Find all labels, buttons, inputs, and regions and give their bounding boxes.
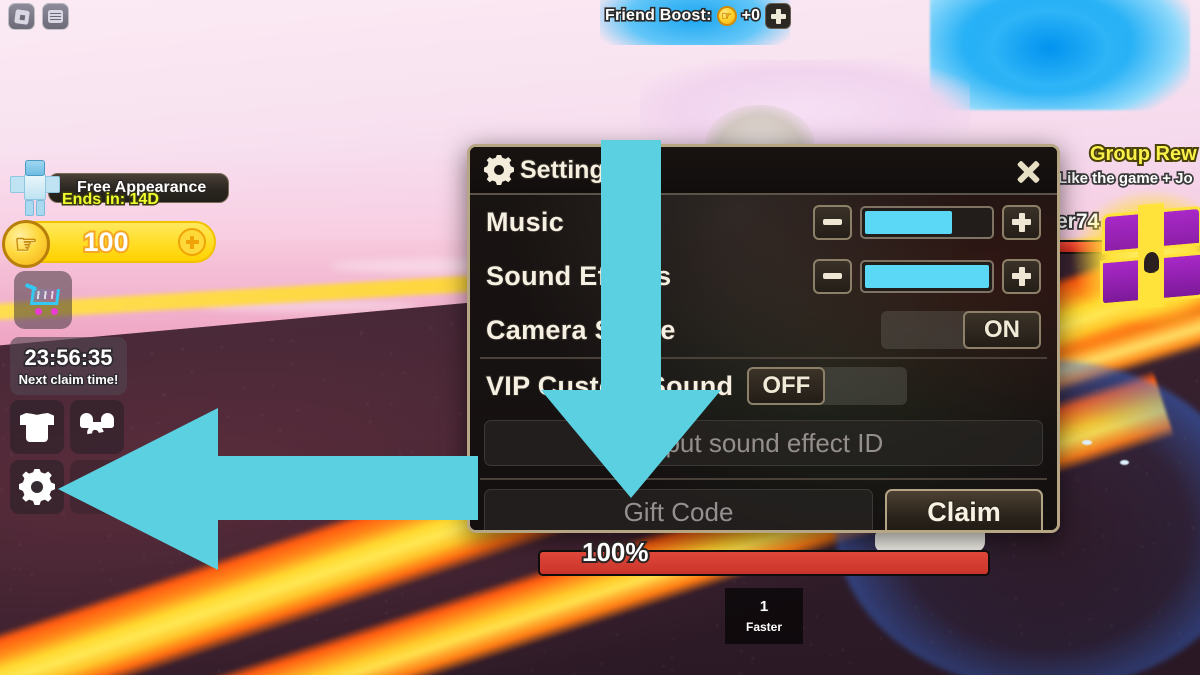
- claim-timer-value: 23:56:35: [23, 343, 114, 371]
- next-claim-timer: 23:56:35 Next claim time!: [10, 337, 127, 395]
- music-decrease-button[interactable]: [813, 204, 852, 240]
- music-slider[interactable]: [860, 205, 994, 239]
- shop-button[interactable]: [14, 271, 72, 329]
- cloud-blue-2: [975, 0, 1125, 96]
- coin-add-button[interactable]: [178, 228, 206, 256]
- vip-custom-sound-toggle-value: OFF: [761, 371, 811, 400]
- roblox-logo-icon[interactable]: [8, 3, 35, 30]
- vip-custom-sound-toggle-knob[interactable]: OFF: [747, 367, 826, 405]
- gift-code-placeholder: Gift Code: [623, 497, 734, 527]
- plus-icon: [1012, 266, 1031, 286]
- camera-shake-toggle-knob[interactable]: ON: [963, 311, 1041, 349]
- left-arrow-annotation: [58, 408, 478, 570]
- vip-custom-sound-toggle[interactable]: OFF: [747, 367, 908, 405]
- treasure-chest-icon[interactable]: [1072, 190, 1200, 326]
- progress-label: 100%: [580, 535, 650, 569]
- sfx-slider[interactable]: [860, 259, 994, 293]
- down-arrow-annotation: [541, 140, 721, 498]
- friend-boost-value: +0: [740, 5, 762, 25]
- coin-icon: ☞: [716, 6, 737, 26]
- ends-in-label: Ends in: 14D: [61, 190, 161, 210]
- coin-icon: ☞: [2, 220, 50, 268]
- progress-widget: 100%: [538, 535, 990, 576]
- appearance-button[interactable]: [10, 400, 64, 454]
- friend-boost-widget: Friend Boost: ☞ +0: [603, 3, 792, 29]
- sfx-slider-fill: [865, 264, 989, 288]
- claim-timer-label: Next claim time!: [17, 371, 119, 389]
- settings-button[interactable]: [10, 460, 64, 514]
- sfx-increase-button[interactable]: [1002, 258, 1041, 294]
- aura-sparkle: [1082, 440, 1092, 445]
- close-icon[interactable]: [1013, 157, 1043, 187]
- avatar: [10, 160, 60, 216]
- friend-boost-label: Friend Boost:: [603, 5, 713, 25]
- plus-icon: [185, 235, 199, 249]
- friend-boost-add-button[interactable]: [765, 3, 792, 29]
- claim-button[interactable]: Claim: [885, 489, 1043, 530]
- chat-icon[interactable]: [42, 3, 69, 30]
- roblox-topbar: [8, 3, 69, 30]
- speed-label: Faster: [745, 620, 783, 634]
- sfx-decrease-button[interactable]: [813, 258, 852, 294]
- gear-icon: [19, 469, 55, 505]
- minus-icon: [823, 273, 842, 279]
- shirt-icon: [20, 412, 54, 442]
- shopping-cart-icon: [24, 282, 61, 315]
- speed-value: 1: [759, 597, 769, 616]
- group-reward-subtitle: Like the game + Jo: [1056, 168, 1194, 188]
- camera-shake-toggle[interactable]: ON: [881, 311, 1041, 349]
- group-reward-title: Group Rew: [1088, 141, 1199, 167]
- speed-indicator: 1 Faster: [725, 588, 803, 644]
- music-increase-button[interactable]: [1002, 204, 1041, 240]
- currency-bar: ☞ 100: [2, 220, 216, 268]
- plus-icon: [1012, 212, 1031, 232]
- claim-button-label: Claim: [926, 496, 1002, 528]
- aura-sparkle: [1120, 460, 1129, 465]
- plus-icon: [770, 8, 786, 24]
- music-slider-fill: [865, 210, 952, 234]
- game-screen: Friend Boost: ☞ +0 Free Appearance Ends …: [0, 0, 1200, 675]
- gear-icon: [484, 155, 514, 185]
- minus-icon: [823, 219, 842, 225]
- camera-shake-toggle-value: ON: [983, 315, 1021, 344]
